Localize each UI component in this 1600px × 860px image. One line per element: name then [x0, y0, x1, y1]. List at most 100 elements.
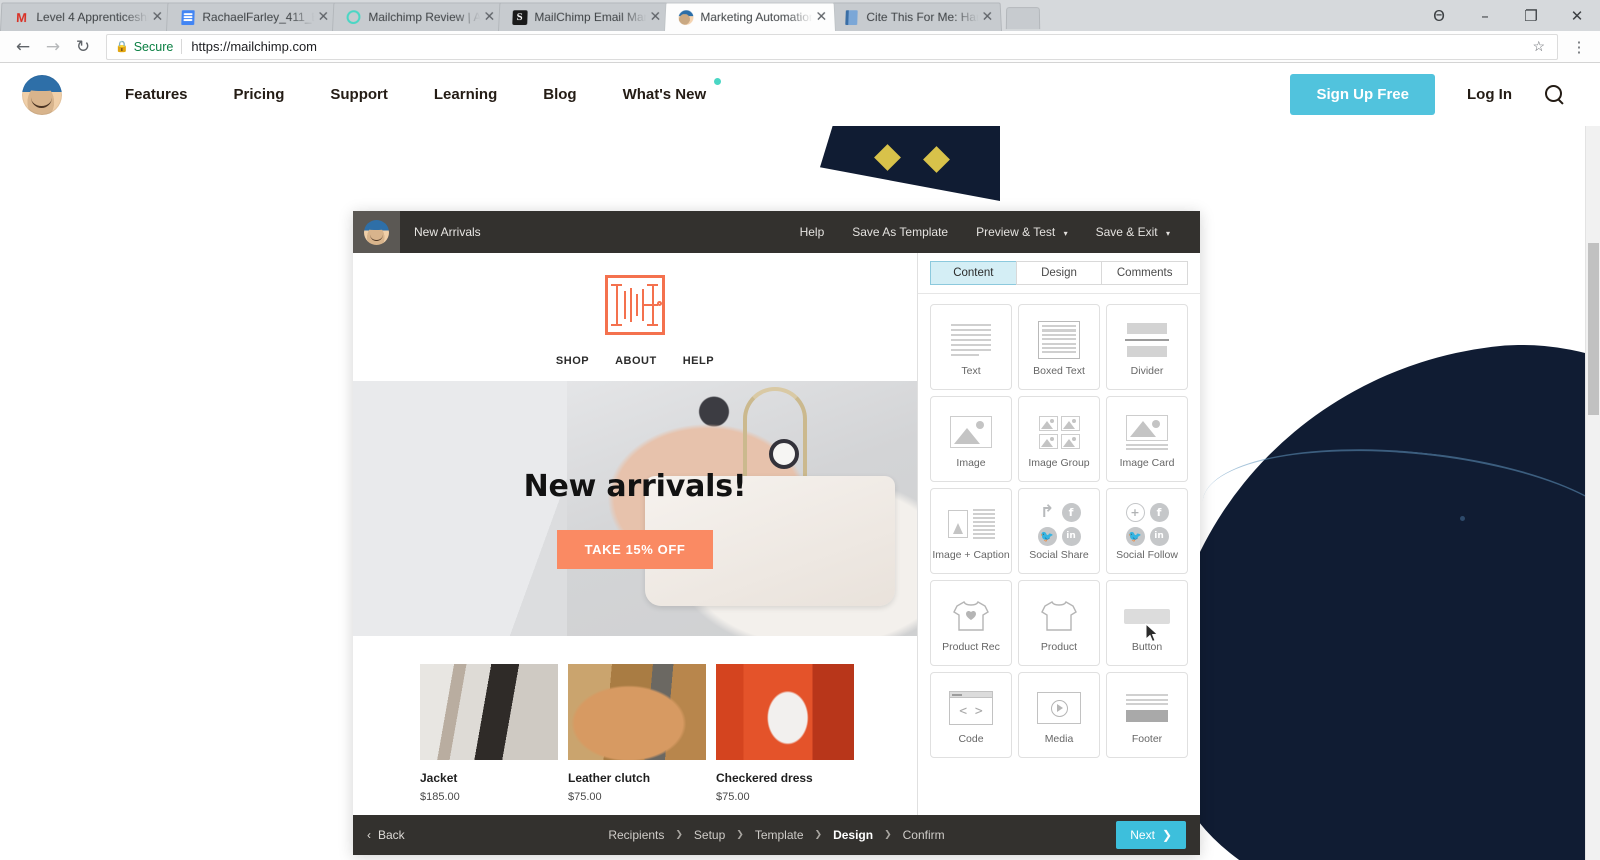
product-image	[420, 664, 558, 760]
block-image-caption[interactable]: Image + Caption	[930, 488, 1012, 574]
campaign-name: New Arrivals	[414, 225, 481, 239]
help-link[interactable]: Help	[786, 225, 839, 239]
new-tab-button[interactable]	[1005, 7, 1041, 30]
bookmark-star-icon[interactable]: ☆	[1532, 38, 1549, 55]
block-footer[interactable]: Footer	[1106, 672, 1188, 758]
browser-tab[interactable]: Mailchimp Review | Are M ✕	[332, 2, 504, 31]
step-recipients[interactable]: Recipients	[597, 828, 675, 842]
back-button[interactable]: ‹ Back	[367, 828, 405, 842]
code-icon: < >	[949, 685, 993, 731]
block-boxed-text[interactable]: Boxed Text	[1018, 304, 1100, 390]
minimize-button[interactable]: –	[1462, 0, 1508, 31]
block-label: Divider	[1130, 365, 1164, 377]
reload-icon[interactable]: ↻	[68, 32, 98, 62]
browser-tab[interactable]: Cite This For Me: Harvard ✕	[830, 2, 1002, 31]
speck-dot	[1460, 516, 1465, 521]
sign-up-free-button[interactable]: Sign Up Free	[1290, 74, 1435, 115]
close-icon[interactable]: ✕	[812, 8, 831, 26]
email-nav-help[interactable]: HELP	[683, 355, 714, 367]
block-label: Image	[956, 457, 986, 469]
nav-link-learning[interactable]: Learning	[411, 86, 520, 103]
step-confirm[interactable]: Confirm	[892, 828, 956, 842]
scrollbar-thumb[interactable]	[1588, 243, 1599, 415]
builder-actions: Help Save As Template Preview & Test ▾ S…	[786, 225, 1200, 239]
block-product-rec[interactable]: Product Rec	[930, 580, 1012, 666]
email-canvas[interactable]: SHOP ABOUT HELP New arrivals! TAKE 15% O…	[353, 253, 917, 815]
block-label: Social Share	[1029, 549, 1089, 561]
tab-design[interactable]: Design	[1015, 261, 1102, 285]
close-icon[interactable]: ✕	[646, 8, 665, 26]
page-scrollbar[interactable]: ▲	[1585, 63, 1600, 860]
log-in-link[interactable]: Log In	[1435, 86, 1544, 103]
next-button[interactable]: Next ❯	[1116, 821, 1186, 849]
block-text[interactable]: Text	[930, 304, 1012, 390]
divider	[181, 39, 183, 54]
email-hero-banner[interactable]: New arrivals! TAKE 15% OFF	[353, 381, 917, 636]
save-and-exit-menu[interactable]: Save & Exit ▾	[1082, 225, 1184, 239]
address-bar[interactable]: 🔒 Secure https://mailchimp.com ☆	[106, 33, 1558, 60]
nav-link-whats-new[interactable]: What's New	[600, 78, 730, 103]
social-follow-icon: + f 🐦 in	[1125, 501, 1169, 547]
back-label: Back	[378, 828, 405, 842]
save-as-template-button[interactable]: Save As Template	[838, 225, 962, 239]
chrome-menu-icon[interactable]: ⋮	[1566, 38, 1592, 56]
search-icon[interactable]	[1544, 84, 1566, 106]
step-template[interactable]: Template	[744, 828, 815, 842]
browser-tab[interactable]: RachaelFarley_411_Email ✕	[166, 2, 338, 31]
product-item[interactable]: Jacket $185.00	[420, 664, 558, 803]
nav-link-features[interactable]: Features	[102, 86, 211, 103]
product-price: $185.00	[420, 791, 460, 803]
social-share-icon: ↱ f 🐦 in	[1037, 501, 1081, 547]
chevron-right-icon: ❯	[884, 830, 892, 840]
block-image[interactable]: Image	[930, 396, 1012, 482]
hero-cta-button[interactable]: TAKE 15% OFF	[557, 530, 713, 569]
block-divider[interactable]: Divider	[1106, 304, 1188, 390]
step-breadcrumb: Recipients ❯ Setup ❯ Template ❯ Design ❯…	[353, 828, 1200, 842]
image-card-icon	[1126, 409, 1168, 455]
block-image-group[interactable]: Image Group	[1018, 396, 1100, 482]
product-item[interactable]: Leather clutch $75.00	[568, 664, 706, 803]
step-setup[interactable]: Setup	[683, 828, 736, 842]
tab-title: Mailchimp Review | Are M	[368, 10, 481, 25]
preview-and-test-menu[interactable]: Preview & Test ▾	[962, 225, 1082, 239]
mailchimp-logo-icon[interactable]	[22, 74, 62, 115]
product-item[interactable]: Checkered dress $75.00	[716, 664, 854, 803]
builder-top-bar: New Arrivals Help Save As Template Previ…	[353, 211, 1200, 253]
block-social-follow[interactable]: + f 🐦 in Social Follow	[1106, 488, 1188, 574]
forward-arrow-icon[interactable]: →	[38, 32, 68, 62]
profile-icon[interactable]: Θ	[1416, 0, 1462, 31]
maximize-button[interactable]: ❐	[1508, 0, 1554, 31]
hero-heading: New arrivals!	[523, 469, 747, 504]
close-icon[interactable]: ✕	[314, 8, 333, 26]
close-icon[interactable]: ✕	[480, 8, 499, 26]
product-name: Checkered dress	[716, 771, 813, 785]
product-price: $75.00	[568, 791, 602, 803]
tab-comments[interactable]: Comments	[1101, 261, 1189, 285]
mailchimp-icon[interactable]	[353, 211, 400, 253]
gold-diamond-icon	[923, 146, 950, 173]
step-design[interactable]: Design	[822, 828, 884, 842]
block-social-share[interactable]: ↱ f 🐦 in Social Share	[1018, 488, 1100, 574]
block-code[interactable]: < > Code	[930, 672, 1012, 758]
back-arrow-icon[interactable]: ←	[8, 32, 38, 62]
tab-content[interactable]: Content	[930, 261, 1016, 285]
nav-link-pricing[interactable]: Pricing	[211, 86, 308, 103]
close-window-button[interactable]: ✕	[1554, 0, 1600, 31]
block-product[interactable]: Product	[1018, 580, 1100, 666]
browser-tab-active[interactable]: Marketing Automation - ✕	[664, 2, 836, 31]
email-nav-shop[interactable]: SHOP	[556, 355, 589, 367]
block-media[interactable]: Media	[1018, 672, 1100, 758]
new-indicator-dot-icon	[714, 78, 722, 85]
nav-link-blog[interactable]: Blog	[520, 86, 599, 103]
email-nav-about[interactable]: ABOUT	[615, 355, 657, 367]
block-image-card[interactable]: Image Card	[1106, 396, 1188, 482]
close-icon[interactable]: ✕	[148, 8, 167, 26]
close-icon[interactable]: ✕	[978, 8, 997, 26]
browser-tab[interactable]: M Level 4 Apprenticeship - ✕	[0, 2, 172, 31]
letter-s-icon: S	[511, 9, 528, 25]
browser-tab[interactable]: S MailChimp Email Market ✕	[498, 2, 670, 31]
chevron-right-icon: ❯	[814, 830, 823, 840]
menu-label: Preview & Test	[976, 225, 1056, 239]
nav-link-support[interactable]: Support	[307, 86, 411, 103]
content-block-grid: Text Boxed Text Divider Image Image Grou…	[918, 294, 1200, 768]
